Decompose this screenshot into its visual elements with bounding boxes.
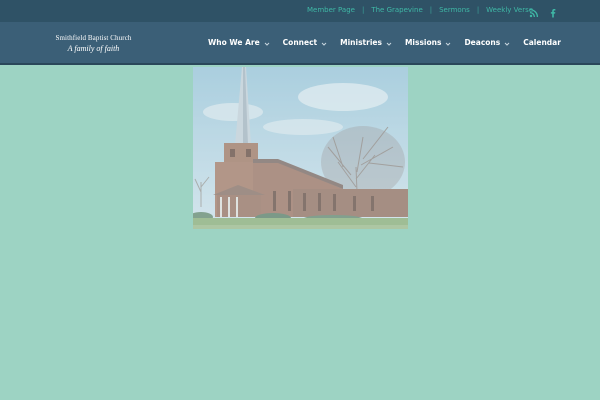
church-photo [193,67,408,229]
member-page-link[interactable]: Member Page [307,6,355,14]
nav-who-we-are[interactable]: Who We Are [208,38,270,47]
nav-label: Who We Are [208,38,260,47]
nav-connect[interactable]: Connect [283,38,327,47]
nav-calendar[interactable]: Calendar [523,38,561,47]
nav-label: Connect [282,38,318,47]
nav-deacons[interactable]: Deacons [464,38,510,47]
the-grapevine-link[interactable]: The Grapevine [371,6,422,14]
nav-ministries[interactable]: Ministries [340,38,392,47]
church-name: Smithfield Baptist Church [55,34,132,42]
rss-icon[interactable] [529,5,539,18]
site-logo[interactable]: Smithfield Baptist Church A family of fa… [46,34,141,53]
nav-label: Ministries [340,38,382,47]
chevron-down-icon [386,40,392,46]
link-separator: | [476,6,480,14]
weekly-verse-link[interactable]: Weekly Verse [486,6,533,14]
link-separator: | [361,6,365,14]
link-separator: | [429,6,433,14]
nav-label: Deacons [464,38,501,47]
site-header: Smithfield Baptist Church A family of fa… [0,22,600,65]
main-nav: Who We Are Connect Ministries Missions D… [208,38,574,47]
top-links: Member Page | The Grapevine | Sermons | … [307,6,533,14]
nav-missions[interactable]: Missions [405,38,452,47]
sermons-link[interactable]: Sermons [439,6,470,14]
social-links [529,5,558,18]
nav-label: Missions [404,38,442,47]
church-tagline: A family of faith [67,44,120,53]
nav-label: Calendar [523,38,561,47]
chevron-down-icon [264,40,270,46]
chevron-down-icon [321,40,327,46]
top-bar: Member Page | The Grapevine | Sermons | … [0,0,600,22]
facebook-icon[interactable] [548,5,558,18]
chevron-down-icon [445,40,451,46]
chevron-down-icon [504,40,510,46]
